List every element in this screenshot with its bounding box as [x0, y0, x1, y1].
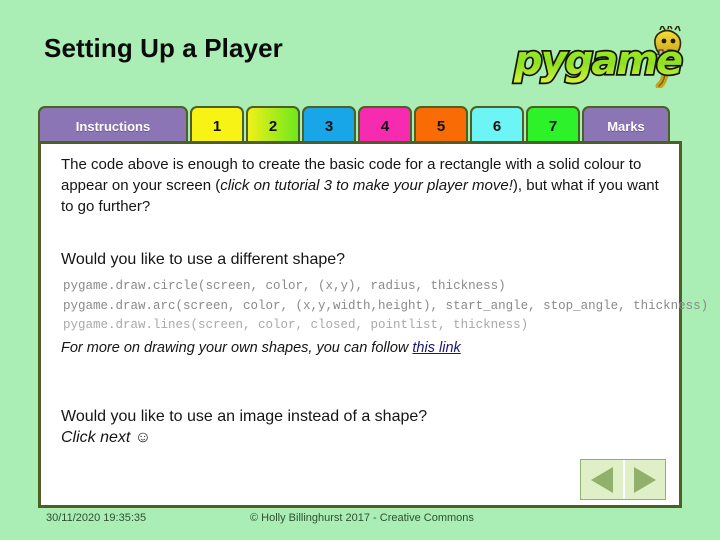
- tab-label: 5: [436, 117, 446, 135]
- more-shapes-line: For more on drawing your own shapes, you…: [61, 340, 461, 356]
- svg-text:pygame: pygame: [513, 38, 682, 84]
- pygame-logo: pygame: [508, 21, 694, 90]
- tab-bar: Instructions 1 2 3 4 5 6 7 Marks: [38, 103, 682, 144]
- triangle-right-icon: [634, 466, 656, 493]
- content-panel: The code above is enough to create the b…: [38, 141, 708, 508]
- more-shapes-prefix: For more on drawing your own shapes, you…: [61, 340, 413, 356]
- tab-2[interactable]: 2: [246, 106, 300, 144]
- tab-label: 2: [268, 117, 278, 135]
- shape-question-heading: Would you like to use a different shape?: [61, 251, 346, 268]
- tab-label: Instructions: [75, 118, 151, 134]
- next-button[interactable]: [623, 460, 665, 499]
- tab-label: 7: [548, 117, 558, 135]
- tab-6[interactable]: 6: [470, 106, 524, 144]
- intro-paragraph-italic: click on tutorial 3 to make your player …: [220, 177, 513, 194]
- slide-footer: 30/11/2020 19:35:35 © Holly Billinghurst…: [38, 512, 682, 530]
- tab-label: 4: [380, 117, 390, 135]
- triangle-left-icon: [591, 466, 613, 493]
- tab-1[interactable]: 1: [190, 106, 244, 144]
- this-link-hyperlink[interactable]: this link: [412, 340, 460, 356]
- tab-label: 3: [324, 117, 334, 135]
- tab-4[interactable]: 4: [358, 106, 412, 144]
- tab-instructions[interactable]: Instructions: [38, 106, 188, 144]
- navigation-buttons: [580, 459, 666, 500]
- code-line-circle: pygame.draw.circle(screen, color, (x,y),…: [63, 279, 506, 293]
- previous-button[interactable]: [581, 460, 623, 499]
- tab-7[interactable]: 7: [526, 106, 580, 144]
- code-block: pygame.draw.circle(screen, color, (x,y),…: [63, 277, 708, 336]
- click-next-text: Click next ☺: [61, 429, 152, 446]
- tab-marks[interactable]: Marks: [582, 106, 670, 144]
- tab-3[interactable]: 3: [302, 106, 356, 144]
- image-question-heading: Would you like to use an image instead o…: [61, 408, 428, 425]
- tab-label: 1: [212, 117, 222, 135]
- tab-label: Marks: [607, 118, 645, 134]
- tab-5[interactable]: 5: [414, 106, 468, 144]
- footer-copyright: © Holly Billinghurst 2017 - Creative Com…: [250, 512, 474, 524]
- footer-timestamp: 30/11/2020 19:35:35: [46, 512, 147, 524]
- code-line-arc: pygame.draw.arc(screen, color, (x,y,widt…: [63, 298, 709, 313]
- intro-paragraph: The code above is enough to create the b…: [61, 154, 665, 217]
- tab-label: 6: [492, 117, 502, 135]
- page-title: Setting Up a Player: [44, 33, 283, 63]
- code-line-lines: pygame.draw.lines(screen, color, closed,…: [63, 318, 529, 332]
